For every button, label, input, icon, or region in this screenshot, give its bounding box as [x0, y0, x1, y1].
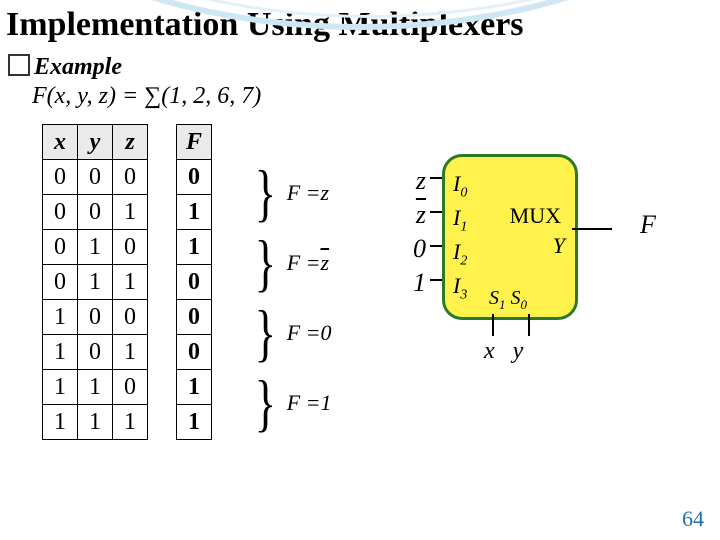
mux-pin: I2	[453, 235, 467, 269]
example-label: Example	[34, 54, 122, 80]
wire-icon	[528, 314, 530, 336]
wire-icon	[430, 177, 442, 179]
brace-icon: }	[255, 231, 277, 295]
table-row: 1000	[43, 300, 212, 335]
pair-expr: }F = 1	[250, 368, 332, 438]
diagram-area: x y z F 0000 0011 0101 0110 1000 1010 11…	[0, 124, 720, 484]
mux-pin-labels: I0 I1 I2 I3	[453, 167, 467, 303]
mux-input-signals: z z 0 1	[406, 164, 426, 300]
mux-select-pins: S1 S0	[489, 287, 527, 313]
table-row: 0000	[43, 160, 212, 195]
select-signals: x y	[484, 338, 523, 365]
mux-input-wire: 0	[406, 232, 426, 266]
wire-icon	[492, 314, 494, 336]
function-definition: F(x, y, z) = ∑(1, 2, 6, 7)	[32, 83, 720, 110]
th-y: y	[78, 125, 113, 160]
mux-input-wire: z	[406, 164, 426, 198]
page-number: 64	[682, 506, 704, 532]
wire-icon	[430, 211, 442, 213]
table-row: 1101	[43, 370, 212, 405]
mux-block: I0 I1 I2 I3 MUX Y S1 S0	[442, 154, 578, 320]
th-x: x	[43, 125, 78, 160]
pair-rhs: z	[321, 250, 330, 276]
pair-rhs: 0	[321, 320, 332, 346]
example-heading: Example	[8, 54, 720, 81]
th-z: z	[113, 125, 148, 160]
wire-icon	[572, 228, 612, 230]
table-row: 0110	[43, 265, 212, 300]
pair-expr: }F = z	[250, 158, 332, 228]
wire-icon	[430, 279, 442, 281]
mux-pin: I3	[453, 269, 467, 303]
pair-expr: }F = z	[250, 228, 332, 298]
wire-icon	[430, 245, 442, 247]
mux-out-pin: Y	[553, 233, 565, 259]
table-row: 0101	[43, 230, 212, 265]
mux-label: MUX	[510, 203, 561, 229]
output-signal: F	[640, 210, 656, 240]
mux-pin: I0	[453, 167, 467, 201]
brace-icon: }	[255, 301, 277, 365]
pair-rhs: 1	[321, 390, 332, 416]
bullet-square-icon	[8, 54, 30, 76]
table-row: 0011	[43, 195, 212, 230]
th-F: F	[177, 125, 212, 160]
mux-input-wire: z	[406, 198, 426, 232]
table-row: 1010	[43, 335, 212, 370]
brace-icon: }	[255, 371, 277, 435]
table-row: 1111	[43, 405, 212, 440]
brace-icon: }	[255, 161, 277, 225]
truth-table: x y z F 0000 0011 0101 0110 1000 1010 11…	[42, 124, 212, 440]
pair-expr: }F = 0	[250, 298, 332, 368]
mux-pin: I1	[453, 201, 467, 235]
mux-input-wire: 1	[406, 266, 426, 300]
row-pair-expressions: }F = z }F = z }F = 0 }F = 1	[250, 158, 332, 438]
col-gap	[148, 125, 177, 160]
pair-rhs: z	[321, 180, 330, 206]
